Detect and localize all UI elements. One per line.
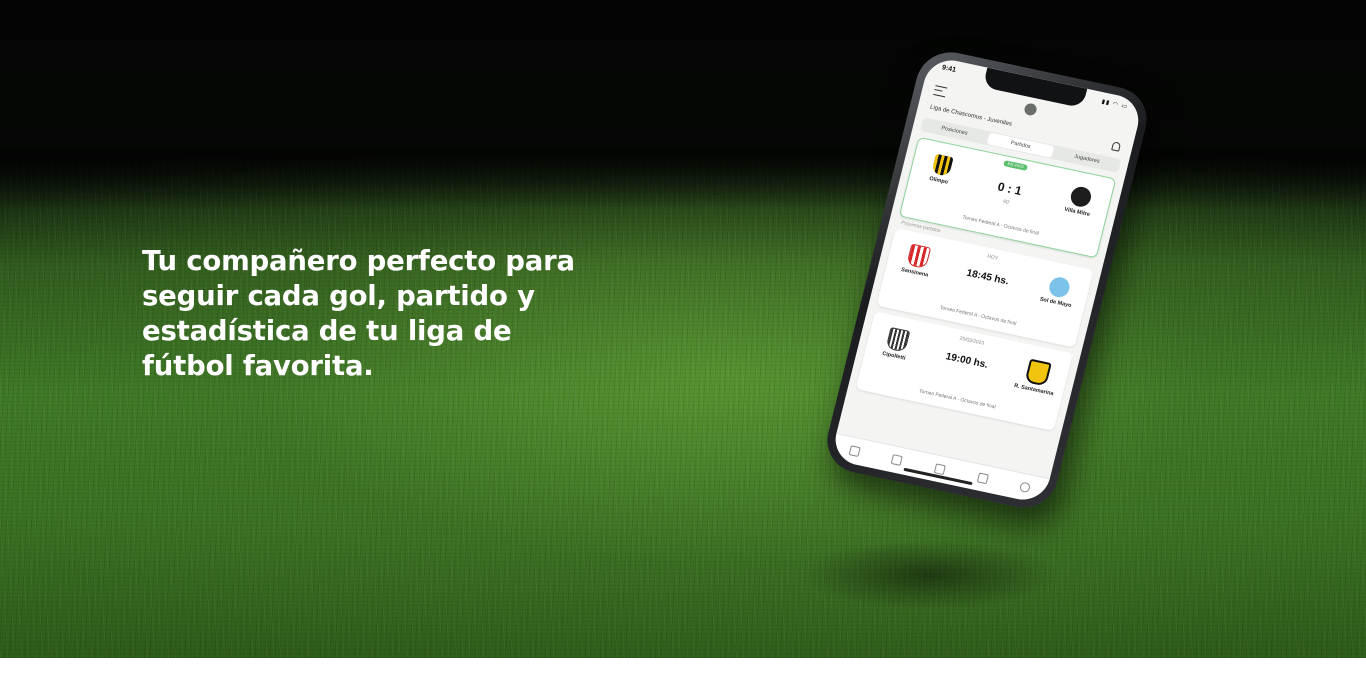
profile-icon[interactable] xyxy=(1019,481,1032,494)
stadium-icon[interactable] xyxy=(976,472,989,485)
cup-icon[interactable] xyxy=(933,463,946,476)
santamarina-crest-icon xyxy=(1024,358,1052,387)
status-time: 9:41 xyxy=(941,64,957,74)
sol-de-mayo-crest-icon xyxy=(1047,275,1072,299)
news-icon[interactable] xyxy=(848,445,861,457)
hero-section: Tu compañero perfecto para seguir cada g… xyxy=(0,0,1366,658)
signal-wifi-battery-icon: ▮▮ ◠ ▭ xyxy=(1100,99,1129,111)
away-team-name: Sol de Mayo xyxy=(1039,296,1072,309)
phone-shadow xyxy=(800,540,1060,610)
app-logo-icon xyxy=(1023,102,1038,117)
stats-icon[interactable] xyxy=(891,454,904,467)
bell-icon[interactable] xyxy=(1111,141,1122,152)
away-team-name: R. Santamarina xyxy=(1013,382,1055,398)
horizon-shadow xyxy=(0,150,1366,210)
menu-icon[interactable] xyxy=(933,85,948,98)
live-badge: EN VIVO xyxy=(1003,160,1029,171)
hero-headline: Tu compañero perfecto para seguir cada g… xyxy=(142,245,575,382)
villa-mitre-crest-icon xyxy=(1068,184,1094,209)
grass-texture xyxy=(0,160,1366,658)
